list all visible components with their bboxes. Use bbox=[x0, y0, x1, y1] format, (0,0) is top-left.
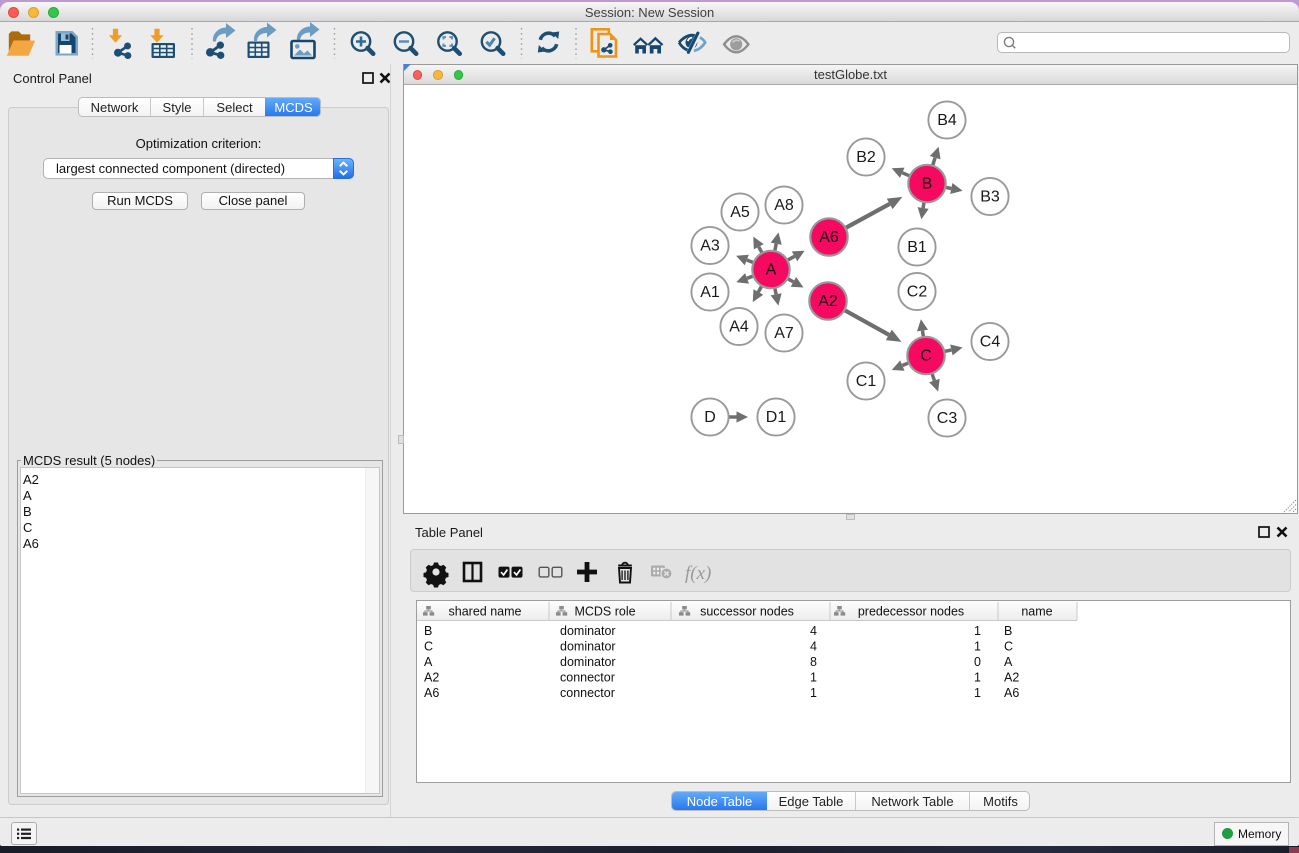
svg-text:C: C bbox=[1004, 640, 1013, 654]
svg-text:C: C bbox=[424, 640, 433, 654]
svg-text:A: A bbox=[766, 262, 777, 279]
svg-text:name: name bbox=[1021, 605, 1052, 619]
svg-text:connector: connector bbox=[560, 686, 615, 700]
svg-text:B4: B4 bbox=[937, 112, 957, 129]
svg-text:successor nodes: successor nodes bbox=[700, 605, 794, 619]
svg-text:A: A bbox=[1004, 655, 1013, 669]
svg-text:1: 1 bbox=[974, 624, 981, 638]
svg-text:B1: B1 bbox=[907, 239, 927, 256]
svg-text:predecessor nodes: predecessor nodes bbox=[858, 605, 964, 619]
svg-text:8: 8 bbox=[810, 655, 817, 669]
svg-text:A6: A6 bbox=[819, 229, 839, 246]
svg-text:A8: A8 bbox=[774, 197, 794, 214]
svg-text:A7: A7 bbox=[774, 325, 794, 342]
svg-text:A2: A2 bbox=[818, 293, 838, 310]
svg-text:f(x): f(x) bbox=[685, 563, 711, 584]
svg-text:1: 1 bbox=[974, 686, 981, 700]
svg-text:A6: A6 bbox=[424, 686, 439, 700]
svg-text:C1: C1 bbox=[856, 373, 877, 390]
svg-text:A6: A6 bbox=[1004, 686, 1019, 700]
svg-text:B3: B3 bbox=[980, 189, 1000, 206]
svg-text:B: B bbox=[922, 176, 933, 193]
svg-text:dominator: dominator bbox=[560, 655, 616, 669]
svg-text:1: 1 bbox=[974, 640, 981, 654]
svg-text:1: 1 bbox=[810, 686, 817, 700]
svg-text:4: 4 bbox=[810, 624, 817, 638]
svg-text:dominator: dominator bbox=[560, 640, 616, 654]
svg-text:A5: A5 bbox=[730, 204, 750, 221]
svg-text:B2: B2 bbox=[856, 149, 876, 166]
svg-text:0: 0 bbox=[974, 655, 981, 669]
svg-text:B: B bbox=[1004, 624, 1012, 638]
svg-text:C2: C2 bbox=[907, 284, 928, 301]
svg-text:D: D bbox=[704, 409, 716, 426]
svg-text:A3: A3 bbox=[700, 238, 720, 255]
svg-text:connector: connector bbox=[560, 671, 615, 685]
svg-text:4: 4 bbox=[810, 640, 817, 654]
svg-text:D1: D1 bbox=[766, 409, 787, 426]
svg-text:A: A bbox=[424, 655, 433, 669]
svg-text:C: C bbox=[920, 348, 932, 365]
svg-text:shared name: shared name bbox=[449, 605, 522, 619]
svg-text:MCDS role: MCDS role bbox=[574, 605, 635, 619]
svg-text:dominator: dominator bbox=[560, 624, 616, 638]
svg-text:A4: A4 bbox=[729, 319, 749, 336]
svg-text:1: 1 bbox=[810, 671, 817, 685]
svg-text:C4: C4 bbox=[980, 334, 1001, 351]
svg-text:C3: C3 bbox=[937, 410, 958, 427]
svg-text:A2: A2 bbox=[1004, 671, 1019, 685]
svg-text:B: B bbox=[424, 624, 432, 638]
svg-text:A1: A1 bbox=[700, 284, 720, 301]
svg-text:A2: A2 bbox=[424, 671, 439, 685]
svg-text:1: 1 bbox=[974, 671, 981, 685]
